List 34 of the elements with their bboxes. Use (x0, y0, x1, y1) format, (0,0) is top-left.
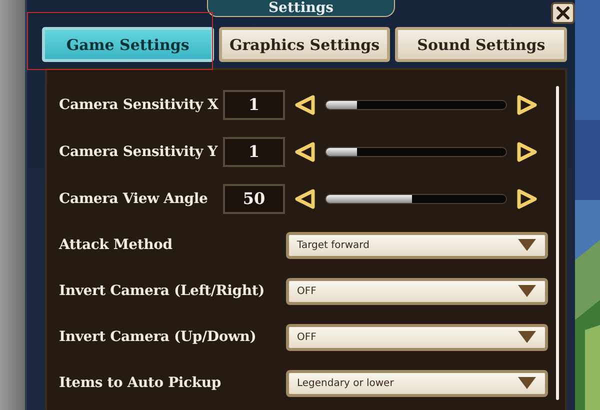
decrease-arrow-icon[interactable] (294, 188, 316, 210)
slider-track[interactable] (325, 146, 507, 156)
setting-label: Camera Sensitivity X (59, 96, 220, 114)
slider-track[interactable] (325, 194, 507, 204)
tab[interactable]: Graphics Settings (218, 27, 390, 62)
tab[interactable]: Sound Settings (395, 27, 568, 62)
dropdown[interactable]: OFF (286, 324, 548, 350)
value-field[interactable]: 1 (223, 136, 285, 166)
scrollbar[interactable] (556, 86, 559, 400)
value-field[interactable]: 1 (223, 90, 285, 120)
dropdown[interactable]: OFF (286, 278, 548, 304)
value-field[interactable]: 50 (223, 184, 285, 214)
caret-icon (517, 238, 537, 252)
close-button[interactable] (551, 2, 575, 24)
window-title: Settings (268, 0, 334, 16)
caret-icon (517, 330, 537, 344)
decrease-arrow-icon[interactable] (294, 94, 316, 116)
increase-arrow-icon[interactable] (516, 188, 538, 210)
setting-label: Invert Camera (Left/Right) (59, 282, 265, 300)
close-icon (555, 5, 571, 21)
caret-icon (517, 284, 537, 298)
setting-label: Invert Camera (Up/Down) (59, 328, 256, 346)
setting-label: Camera Sensitivity Y (59, 142, 219, 160)
setting-label: Items to Auto Pickup (59, 374, 222, 392)
decrease-arrow-icon[interactable] (294, 140, 316, 162)
tab[interactable]: Game Settings (42, 27, 214, 62)
slider-track[interactable] (325, 100, 507, 110)
setting-label: Camera View Angle (59, 190, 209, 208)
dropdown[interactable]: Target forward (286, 232, 548, 258)
increase-arrow-icon[interactable] (516, 140, 538, 162)
dropdown[interactable]: Legendary or lower (286, 370, 548, 396)
caret-icon (517, 376, 537, 390)
increase-arrow-icon[interactable] (516, 94, 538, 116)
setting-label: Attack Method (59, 236, 174, 254)
